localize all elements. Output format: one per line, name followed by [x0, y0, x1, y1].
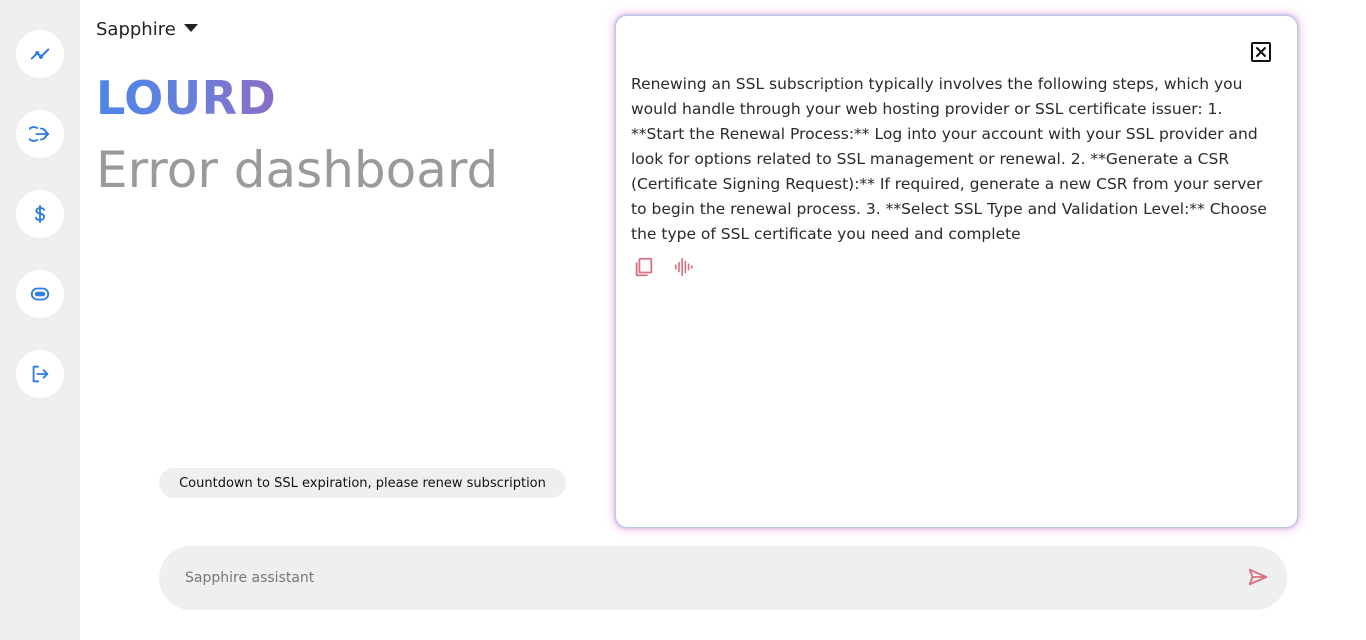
copy-button[interactable]	[633, 256, 655, 278]
dollar-icon	[34, 204, 46, 224]
send-button[interactable]	[1247, 566, 1271, 590]
sidebar	[0, 0, 80, 640]
sidebar-item-assistant[interactable]	[16, 270, 64, 318]
brand-selector[interactable]: Sapphire	[96, 19, 198, 40]
copy-icon	[635, 257, 653, 277]
assistant-message: Renewing an SSL subscription typically i…	[631, 75, 1267, 243]
send-icon	[1248, 568, 1268, 586]
assistant-response-panel: Renewing an SSL subscription typically i…	[615, 15, 1298, 528]
sidebar-item-logout[interactable]	[16, 350, 64, 398]
close-icon	[1256, 47, 1266, 57]
sidebar-item-analytics[interactable]	[16, 30, 64, 78]
robot-icon	[30, 287, 50, 301]
close-panel-button[interactable]	[1251, 42, 1271, 62]
notice-text: Countdown to SSL expiration, please rene…	[179, 475, 546, 491]
logo: LOURD	[96, 71, 277, 125]
logout-icon	[32, 365, 49, 383]
sidebar-item-login[interactable]	[16, 110, 64, 158]
login-arrow-icon	[29, 126, 50, 142]
trending-line-icon	[30, 48, 50, 60]
read-aloud-button[interactable]	[673, 256, 695, 278]
sidebar-item-billing[interactable]	[16, 190, 64, 238]
caret-down-icon	[183, 23, 198, 32]
brand-name: Sapphire	[96, 19, 176, 40]
ssl-expiration-notice[interactable]: Countdown to SSL expiration, please rene…	[159, 468, 566, 498]
assistant-input[interactable]	[185, 546, 1225, 610]
audio-waveform-icon	[674, 257, 693, 277]
assistant-composer	[159, 546, 1287, 610]
page-title: Error dashboard	[96, 141, 499, 199]
message-actions	[633, 256, 695, 278]
